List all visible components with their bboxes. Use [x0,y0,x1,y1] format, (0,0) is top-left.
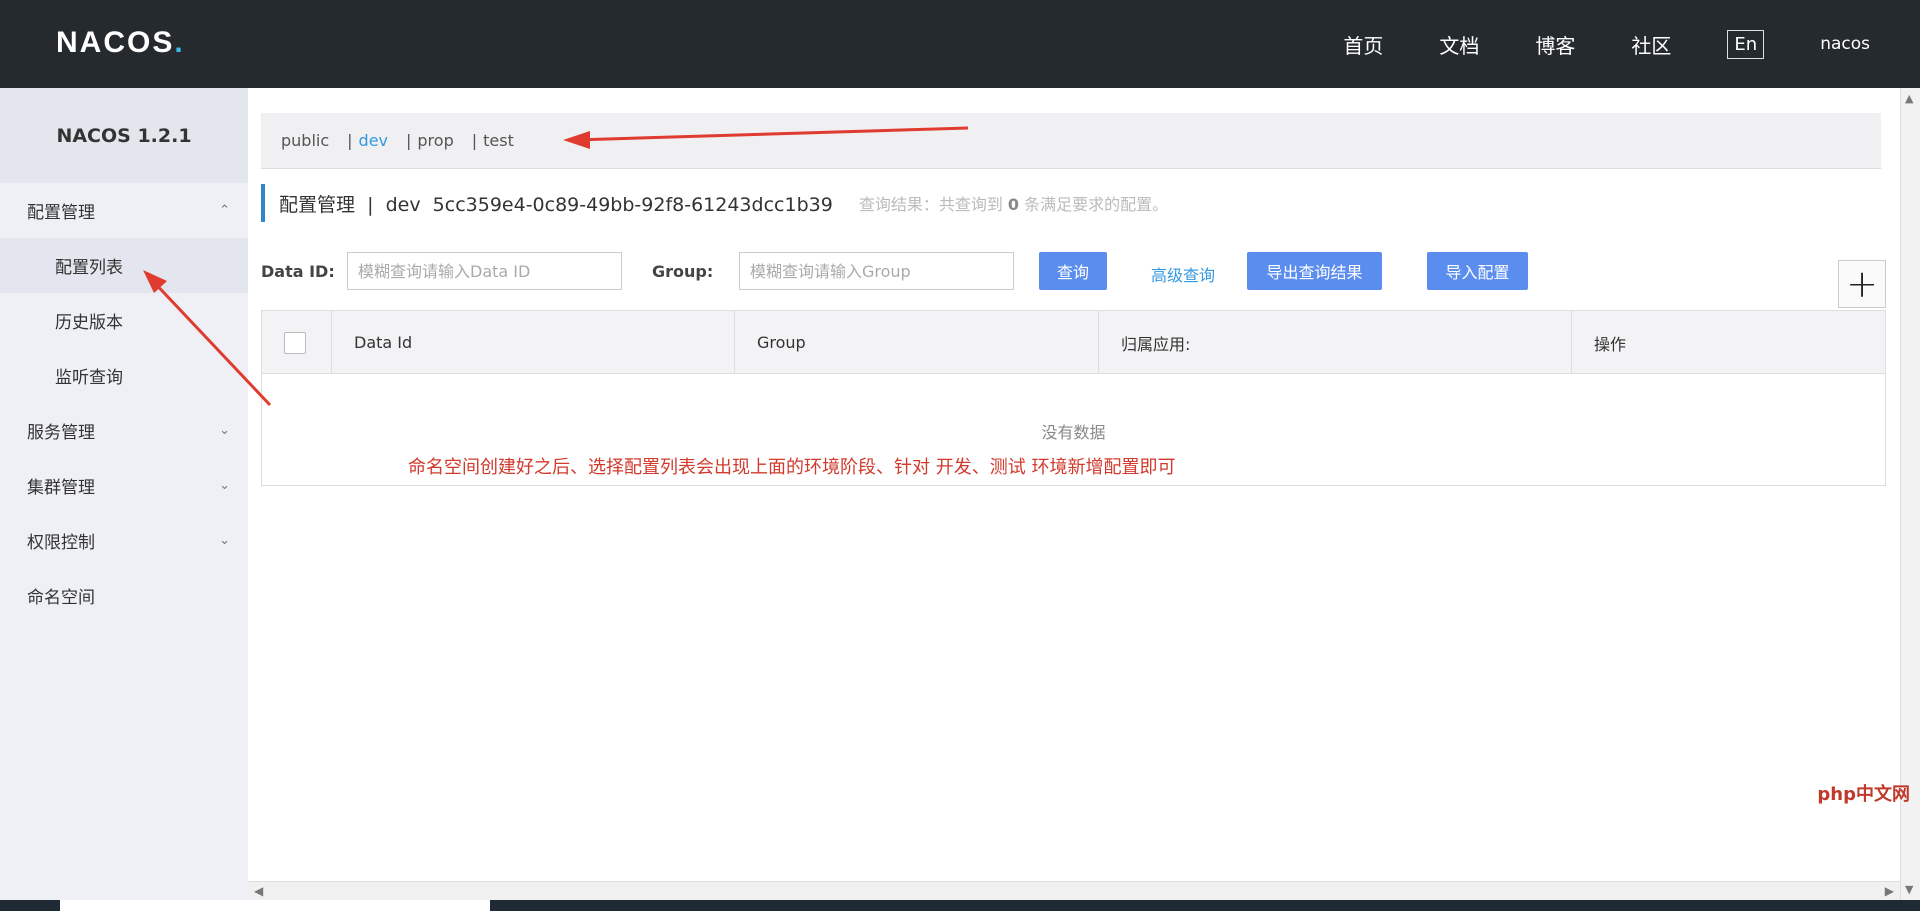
chevron-down-icon: ⌄ [219,533,230,548]
chevron-down-icon: ⌄ [219,423,230,438]
scroll-up-icon[interactable]: ▲ [1905,92,1913,105]
namespace-separator: | [471,131,478,150]
column-data-id: Data Id [332,311,735,374]
table-header: Data Id Group 归属应用: 操作 [262,311,1885,374]
main-content: public | dev | prop | test 配置管理 | dev 5c… [248,88,1900,881]
namespace-separator: | [347,131,353,150]
menu-label: 服务管理 [27,423,95,443]
language-toggle-button[interactable]: En [1727,29,1765,59]
add-config-button[interactable]: + [1838,260,1886,308]
menu-label: 集群管理 [27,478,95,498]
sidebar: NACOS 1.2.1 配置管理 ⌃ 配置列表 历史版本 监听查询 服务管理 ⌄… [0,88,248,900]
column-actions: 操作 [1594,334,1627,354]
annotation-text: 命名空间创建好之后、选择配置列表会出现上面的环境阶段、针对 开发、测试 环境新增… [408,457,1176,478]
namespace-separator: | [406,131,412,150]
nav-community[interactable]: 社区 [1631,30,1671,59]
nav-home[interactable]: 首页 [1343,30,1383,59]
select-all-cell [262,311,332,374]
namespace-test[interactable]: test [483,131,514,150]
scroll-right-icon[interactable]: ▶ [1885,884,1894,898]
import-config-button[interactable]: 导入配置 [1427,252,1528,290]
menu-label: 命名空间 [27,588,95,608]
horizontal-scrollbar[interactable]: ◀ ▶ [248,881,1900,900]
chevron-up-icon: ⌃ [219,203,230,218]
nav-blog[interactable]: 博客 [1535,30,1575,59]
namespace-public[interactable]: public [281,131,329,150]
sidebar-menu: 配置管理 ⌃ 配置列表 历史版本 监听查询 服务管理 ⌄ 集群管理 ⌄ 权限控制… [0,183,248,623]
select-all-checkbox[interactable] [284,331,306,354]
empty-state-text: 没有数据 [1041,423,1106,442]
menu-service-management[interactable]: 服务管理 ⌄ [0,403,248,458]
menu-permission-control[interactable]: 权限控制 ⌄ [0,513,248,568]
page-header: 配置管理 | dev 5cc359e4-0c89-49bb-92f8-61243… [261,184,1168,222]
data-id-input[interactable] [347,252,622,290]
menu-label: 权限控制 [27,533,95,553]
taskbar-app[interactable] [60,900,490,911]
taskbar [0,900,1920,911]
namespace-prop[interactable]: prop [417,131,453,150]
vertical-scrollbar[interactable]: ▲ ▼ [1900,88,1920,900]
menu-history-versions[interactable]: 历史版本 [0,293,248,348]
scroll-left-icon[interactable]: ◀ [254,884,263,898]
nav-docs[interactable]: 文档 [1439,30,1479,59]
nacos-logo[interactable]: NACOS. [56,26,185,60]
chevron-down-icon: ⌄ [219,478,230,493]
export-results-button[interactable]: 导出查询结果 [1247,252,1382,290]
menu-listener-query[interactable]: 监听查询 [0,348,248,403]
scroll-down-icon[interactable]: ▼ [1905,883,1913,896]
version-title: NACOS 1.2.1 [0,88,248,183]
column-group: Group [735,311,1099,374]
group-label: Group: [652,262,714,281]
query-button[interactable]: 查询 [1039,252,1107,290]
advanced-query-link[interactable]: 高级查询 [1151,262,1215,286]
menu-cluster-management[interactable]: 集群管理 ⌄ [0,458,248,513]
menu-label: 配置管理 [27,203,95,223]
menu-config-management[interactable]: 配置管理 ⌃ [0,183,248,238]
data-id-label: Data ID: [261,262,335,281]
top-navbar: NACOS. 首页 文档 博客 社区 En nacos [0,0,1920,88]
user-menu[interactable]: nacos [1820,34,1870,54]
group-input[interactable] [739,252,1014,290]
top-nav: 首页 文档 博客 社区 En nacos [1287,0,1870,88]
namespace-bar: public | dev | prop | test [261,113,1881,169]
page-title: 配置管理 | dev 5cc359e4-0c89-49bb-92f8-61243… [279,193,833,216]
watermark: php中文网 [1817,784,1910,805]
menu-config-list[interactable]: 配置列表 [0,238,248,293]
query-result-summary: 查询结果：共查询到 0 条满足要求的配置。 [858,195,1169,214]
menu-namespace[interactable]: 命名空间 [0,568,248,623]
column-app: 归属应用: [1099,311,1572,374]
search-row: Data ID: Group: 查询 高级查询 导出查询结果 导入配置 + [261,252,1886,308]
namespace-dev[interactable]: dev [359,131,388,150]
